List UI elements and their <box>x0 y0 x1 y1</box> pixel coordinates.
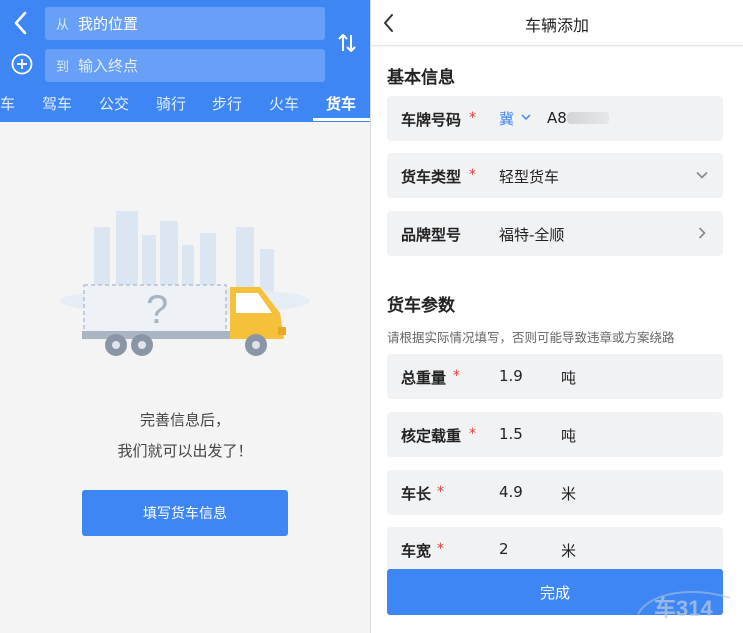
required-mark: * <box>453 368 460 384</box>
plate-number-label: 车牌号码 <box>401 111 462 129</box>
vehicle-width-field[interactable]: 车宽 * 2 米 <box>387 527 723 572</box>
required-mark: * <box>469 426 476 442</box>
total-weight-field[interactable]: 总重量 * 1.9 吨 <box>387 354 723 399</box>
empty-message-line1: 完善信息后， <box>139 411 230 429</box>
vehicle-form: 基本信息 车牌号码 * 冀 A8 货车类型 * 轻型货车 品牌型号 福特-全顺 <box>371 47 743 633</box>
svg-text:?: ? <box>146 288 168 332</box>
site-watermark-logo: 车314 <box>637 590 731 621</box>
start-location-value: 我的位置 <box>78 15 139 33</box>
tab-cycling[interactable]: 骑行 <box>156 92 186 122</box>
tab-walk[interactable]: 步行 <box>212 92 242 122</box>
start-location-input[interactable]: 从 我的位置 <box>45 7 325 40</box>
vehicle-length-unit: 米 <box>561 485 577 503</box>
rated-load-unit: 吨 <box>561 427 577 445</box>
vehicle-length-value[interactable]: 4.9 <box>499 483 523 501</box>
truck-type-field[interactable]: 货车类型 * 轻型货车 <box>387 153 723 198</box>
total-weight-value[interactable]: 1.9 <box>499 367 523 385</box>
required-mark: * <box>469 110 476 126</box>
back-arrow-icon[interactable] <box>8 8 34 38</box>
destination-input[interactable]: 到 输入终点 <box>45 49 325 82</box>
total-weight-label: 总重量 <box>401 369 447 387</box>
tab-bus[interactable]: 公交 <box>99 92 129 122</box>
vehicle-length-label: 车长 <box>401 485 432 503</box>
required-mark: * <box>469 167 476 183</box>
total-weight-unit: 吨 <box>561 369 577 387</box>
plate-number-redacted <box>567 112 609 124</box>
destination-placeholder: 输入终点 <box>78 57 139 75</box>
swap-direction-icon[interactable] <box>336 30 358 56</box>
rated-load-label: 核定载重 <box>401 427 462 445</box>
tab-partial-car[interactable]: 车 <box>0 92 15 122</box>
tab-drive[interactable]: 驾车 <box>42 92 72 122</box>
vehicle-width-unit: 米 <box>561 542 577 560</box>
empty-message-line2: 我们就可以出发了！ <box>117 442 253 460</box>
add-waypoint-icon[interactable] <box>10 52 34 76</box>
truck-type-value: 轻型货车 <box>499 168 560 186</box>
chevron-right-icon[interactable] <box>695 226 709 240</box>
chevron-down-icon[interactable] <box>695 168 709 182</box>
rated-load-field[interactable]: 核定载重 * 1.5 吨 <box>387 412 723 457</box>
vehicle-width-value[interactable]: 2 <box>499 540 509 558</box>
to-prefix: 到 <box>56 60 70 75</box>
add-vehicle-header: 车辆添加 <box>371 0 743 46</box>
chevron-down-icon[interactable] <box>521 113 531 121</box>
brand-model-field[interactable]: 品牌型号 福特-全顺 <box>387 211 723 256</box>
active-tab-indicator <box>313 118 370 121</box>
tab-train[interactable]: 火车 <box>269 92 299 122</box>
add-vehicle-panel: 车辆添加 基本信息 车牌号码 * 冀 A8 货车类型 * 轻型货车 品牌型号 福… <box>371 0 743 633</box>
brand-model-label: 品牌型号 <box>401 226 462 244</box>
route-header: 从 我的位置 到 输入终点 车 驾车 公交 骑行 步行 火车 货车 <box>0 0 370 122</box>
basic-info-section-title: 基本信息 <box>387 68 455 88</box>
fill-truck-info-button[interactable]: 填写货车信息 <box>82 490 288 536</box>
required-mark: * <box>437 484 444 500</box>
truck-type-label: 货车类型 <box>401 168 462 186</box>
route-panel: 从 我的位置 到 输入终点 车 驾车 公交 骑行 步行 火车 货车 ? 完善信息… <box>0 0 370 633</box>
brand-model-value: 福特-全顺 <box>499 226 565 244</box>
required-mark: * <box>437 541 444 557</box>
vehicle-width-label: 车宽 <box>401 542 432 560</box>
truck-params-note: 请根据实际情况填写，否则可能导致违章或方案绕路 <box>387 330 675 345</box>
plate-province-select[interactable]: 冀 <box>499 108 514 129</box>
plate-number-value[interactable]: A8 <box>547 109 567 127</box>
truck-empty-illustration: ? <box>60 211 310 356</box>
watermark-text: 车314 <box>654 596 713 621</box>
plate-number-field[interactable]: 车牌号码 * 冀 A8 <box>387 96 723 141</box>
rated-load-value[interactable]: 1.5 <box>499 425 523 443</box>
page-title: 车辆添加 <box>524 16 589 35</box>
truck-params-section-title: 货车参数 <box>387 296 455 316</box>
from-prefix: 从 <box>56 18 70 33</box>
vehicle-length-field[interactable]: 车长 * 4.9 米 <box>387 470 723 515</box>
